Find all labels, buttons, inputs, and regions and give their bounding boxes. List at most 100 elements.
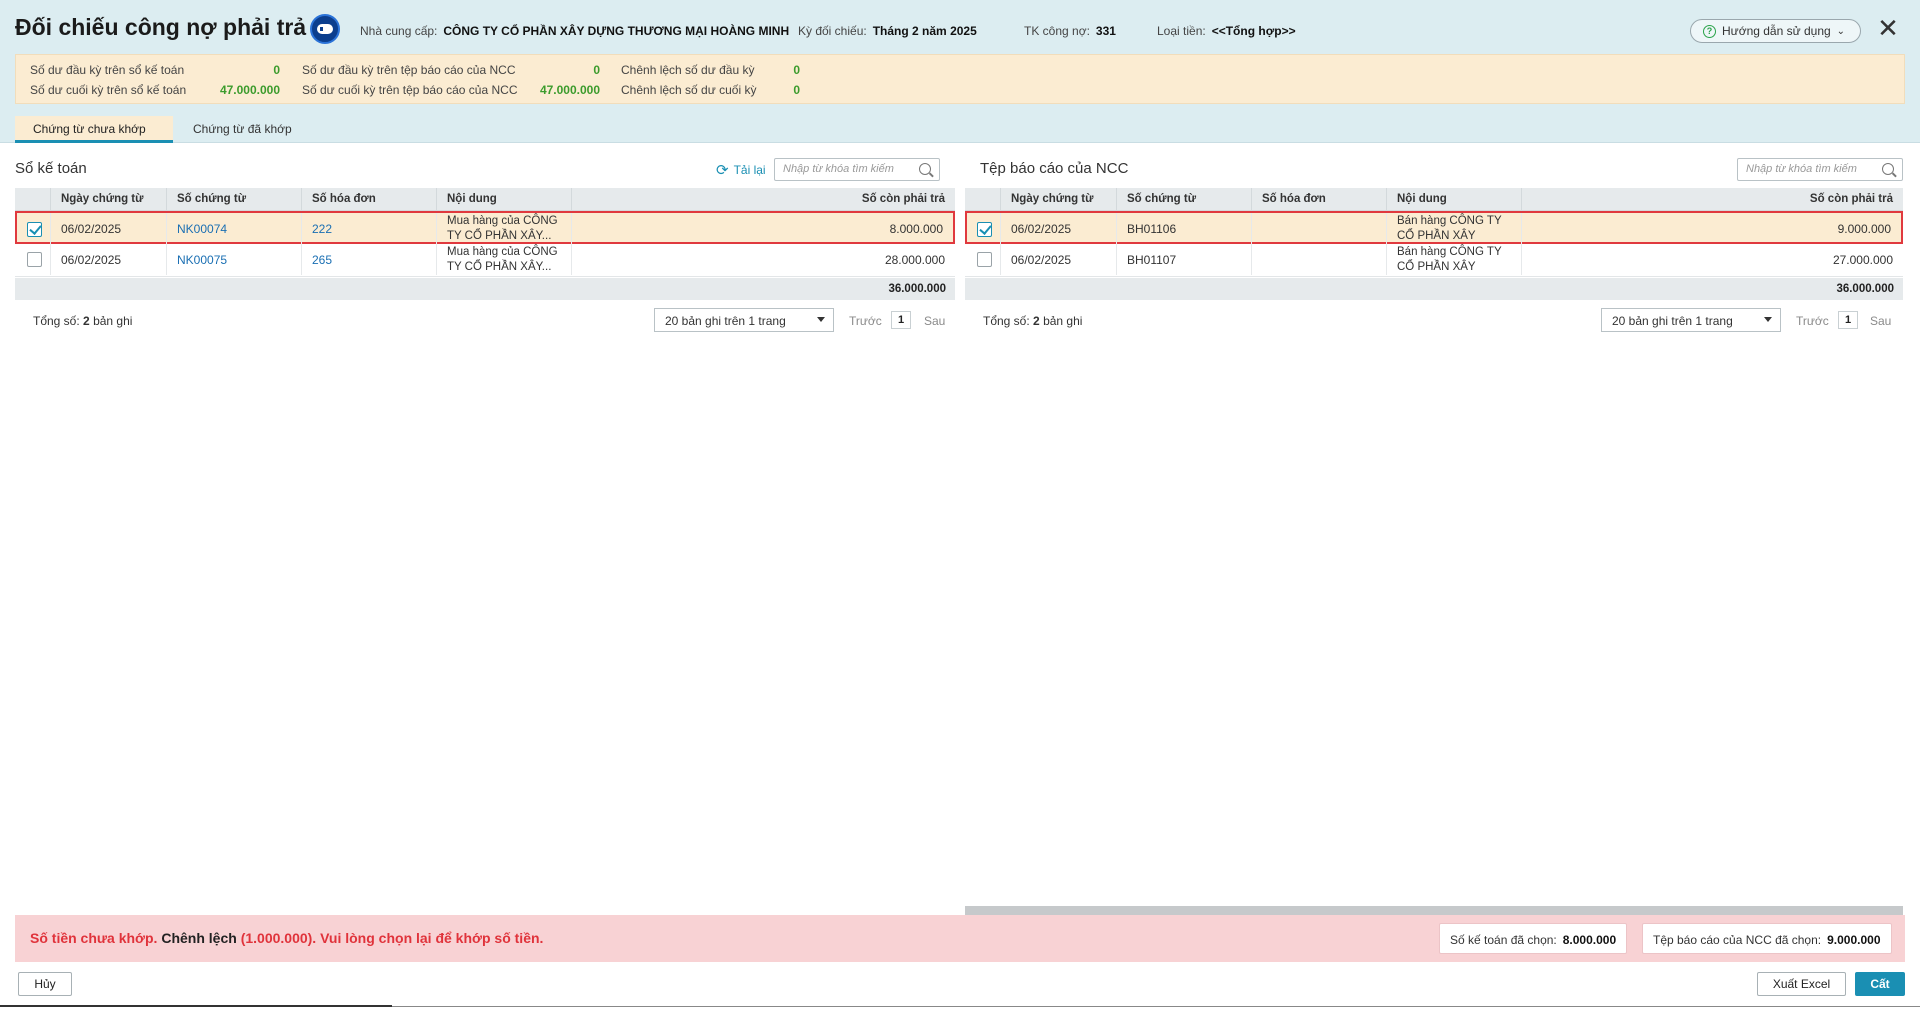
col-date[interactable]: Ngày chứng từ (1001, 188, 1117, 211)
report-open-label: Số dư đầu kỳ trên tệp báo cáo của NCC (302, 63, 516, 77)
right-grid-header: Ngày chứng từ Số chứng từ Số hóa đơn Nội… (965, 188, 1903, 211)
chevron-down-icon: ⌄ (1836, 25, 1846, 37)
right-prev-button[interactable]: Trước (1796, 314, 1829, 328)
left-prev-button[interactable]: Trước (849, 314, 882, 328)
row-select-cell (17, 213, 51, 244)
balance-summary: Số dư đầu kỳ trên sổ kế toán 0 Số dư cuố… (15, 54, 1905, 104)
book-selected-value: 8.000.000 (1562, 933, 1617, 947)
search-icon[interactable] (919, 163, 931, 175)
report-open-value: 0 (593, 63, 600, 77)
cancel-button[interactable]: Hủy (18, 972, 72, 996)
amount-cell: 27.000.000 (1832, 253, 1893, 267)
refresh-icon: ⟳ (716, 162, 729, 179)
page-size-value: 20 bản ghi trên 1 trang (1612, 314, 1733, 328)
right-page-size-select[interactable]: 20 bản ghi trên 1 trang (1601, 308, 1781, 332)
left-page-size-select[interactable]: 20 bản ghi trên 1 trang (654, 308, 834, 332)
col-amount[interactable]: Số còn phải trả (572, 188, 955, 211)
mismatch-message: Số tiền chưa khớp. Chênh lệch (1.000.000… (30, 930, 543, 946)
row-checkbox[interactable] (977, 222, 992, 237)
invoice-cell (1252, 244, 1387, 275)
report-close-label: Số dư cuối kỳ trên tệp báo cáo của NCC (302, 83, 518, 97)
count-prefix: Tổng số: (983, 314, 1030, 328)
date-cell: 06/02/2025 (1001, 244, 1117, 275)
bottom-divider (0, 1005, 392, 1007)
report-selected-label: Tệp báo cáo của NCC đã chọn: (1653, 933, 1822, 947)
table-row[interactable]: 06/02/2025 BH01106 Bán hàng CÔNG TY CỔ P… (965, 211, 1903, 244)
amount-cell: 8.000.000 (889, 222, 943, 236)
left-page-number[interactable]: 1 (891, 311, 911, 329)
row-checkbox[interactable] (977, 252, 992, 267)
row-checkbox[interactable] (27, 252, 42, 267)
table-row[interactable]: 06/02/2025 NK00074 222 Mua hàng của CÔNG… (15, 211, 955, 244)
content-cell: Mua hàng của CÔNG TY CỔ PHẦN XÂY... (437, 213, 572, 244)
voucher-link[interactable]: NK00074 (167, 213, 302, 244)
period-info: Kỳ đối chiếu: Tháng 2 năm 2025 (798, 24, 977, 38)
content-cell: Bán hàng CÔNG TY CỔ PHẦN XÂY DỰN... (1387, 213, 1522, 244)
col-voucher[interactable]: Số chứng từ (1117, 188, 1252, 211)
col-invoice[interactable]: Số hóa đơn (302, 188, 437, 211)
left-search-input[interactable]: Nhập từ khóa tìm kiếm (774, 158, 940, 181)
supplier-value: CÔNG TY CỔ PHẦN XÂY DỰNG THƯƠNG MẠI HOÀN… (443, 24, 790, 38)
reload-button[interactable]: ⟳ Tải lại (716, 161, 766, 179)
right-panel-title: Tệp báo cáo của NCC (980, 160, 1129, 177)
table-row[interactable]: 06/02/2025 BH01107 Bán hàng CÔNG TY CỔ P… (965, 244, 1903, 277)
right-record-count: Tổng số: 2 bản ghi (983, 314, 1082, 328)
currency-value: <<Tổng hợp>> (1211, 24, 1296, 38)
row-select-cell (965, 244, 1001, 275)
book-close-label: Số dư cuối kỳ trên sổ kế toán (30, 83, 187, 97)
left-record-count: Tổng số: 2 bản ghi (33, 314, 132, 328)
col-voucher[interactable]: Số chứng từ (167, 188, 302, 211)
voucher-link[interactable]: NK00075 (167, 244, 302, 275)
left-panel-title: Sổ kế toán (15, 160, 87, 177)
page-size-value: 20 bản ghi trên 1 trang (665, 314, 786, 328)
help-guide-button[interactable]: ? Hướng dẫn sử dụng ⌄ (1690, 19, 1861, 43)
total-row: 36.000.000 (15, 278, 955, 300)
right-search-placeholder: Nhập từ khóa tìm kiếm (1746, 163, 1857, 175)
diff-open-value: 0 (793, 63, 800, 77)
help-guide-label: Hướng dẫn sử dụng (1722, 24, 1831, 38)
col-invoice[interactable]: Số hóa đơn (1252, 188, 1387, 211)
right-next-button[interactable]: Sau (1870, 314, 1891, 328)
col-date[interactable]: Ngày chứng từ (51, 188, 167, 211)
invoice-link[interactable]: 265 (302, 244, 437, 275)
diff-close-label: Chênh lệch số dư cuối kỳ (621, 83, 757, 97)
content-cell: Bán hàng CÔNG TY CỔ PHẦN XÂY DỰN... (1387, 244, 1522, 275)
report-selected-value: 9.000.000 (1827, 933, 1881, 947)
date-cell: 06/02/2025 (51, 213, 167, 244)
left-next-button[interactable]: Sau (924, 314, 945, 328)
amount-cell: 9.000.000 (1837, 222, 1891, 236)
left-grid-header: Ngày chứng từ Số chứng từ Số hóa đơn Nội… (15, 188, 955, 211)
col-amount[interactable]: Số còn phải trả (1522, 188, 1903, 211)
date-cell: 06/02/2025 (51, 244, 167, 275)
book-selected-label: Số kế toán đã chọn: (1450, 933, 1557, 947)
right-page-number[interactable]: 1 (1838, 311, 1858, 329)
export-excel-button[interactable]: Xuất Excel (1757, 972, 1846, 996)
right-search-input[interactable]: Nhập từ khóa tìm kiếm (1737, 158, 1903, 181)
diff-open-label: Chênh lệch số dư đầu kỳ (621, 63, 755, 77)
invoice-link[interactable]: 222 (302, 213, 437, 244)
assistant-robot-icon[interactable] (310, 14, 340, 44)
book-open-label: Số dư đầu kỳ trên sổ kế toán (30, 63, 185, 77)
tab-matched[interactable]: Chứng từ đã khớp (175, 116, 310, 143)
voucher-cell: BH01106 (1117, 213, 1252, 244)
row-select-cell (15, 244, 51, 275)
currency-label: Loại tiền: (1157, 24, 1206, 38)
row-select-cell (967, 213, 1001, 244)
row-checkbox[interactable] (27, 222, 42, 237)
close-icon[interactable]: ✕ (1876, 15, 1900, 41)
book-open-value: 0 (273, 63, 280, 77)
col-content[interactable]: Nội dung (1387, 188, 1522, 211)
caret-down-icon (1764, 317, 1772, 322)
count-suffix: bản ghi (93, 314, 133, 328)
table-row[interactable]: 06/02/2025 NK00075 265 Mua hàng của CÔNG… (15, 244, 955, 277)
search-icon[interactable] (1882, 163, 1894, 175)
mismatch-diff-label: Chênh lệch (161, 930, 237, 946)
mismatch-diff-detail: (1.000.000). Vui lòng chọn lại để khớp s… (240, 930, 544, 946)
col-content[interactable]: Nội dung (437, 188, 572, 211)
left-search-placeholder: Nhập từ khóa tìm kiếm (783, 163, 894, 175)
save-button[interactable]: Cất (1855, 972, 1905, 996)
tab-unmatched[interactable]: Chứng từ chưa khớp (15, 116, 173, 143)
select-column-header (15, 188, 51, 211)
horizontal-scrollbar[interactable] (965, 906, 1903, 915)
currency-info: Loại tiền: <<Tổng hợp>> (1157, 24, 1296, 38)
